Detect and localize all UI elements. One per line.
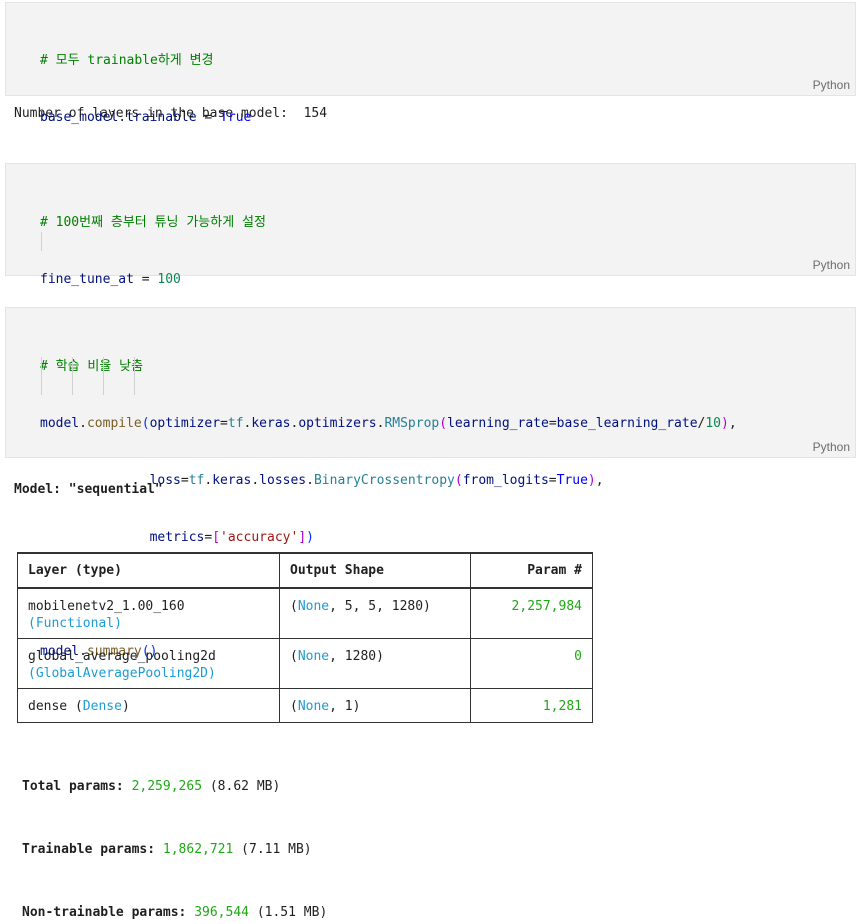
layer-name: global_average_pooling2d — [28, 648, 216, 664]
code-comment: # 학습 비율 낮춤 — [40, 359, 144, 374]
model-summary-table: Layer (type) Output Shape Param # mobile… — [17, 552, 593, 723]
shape-cell: (None, 1280) — [279, 637, 471, 689]
indent-guide — [72, 357, 73, 395]
table-row: global_average_pooling2d (GlobalAveragePo… — [17, 637, 593, 689]
total-params: Total params: 2,259,265 (8.62 MB) — [22, 779, 281, 794]
trainable-params: Trainable params: 1,862,721 (7.11 MB) — [22, 842, 312, 857]
code-line: metrics=['accuracy']) — [149, 530, 314, 545]
indent-guide — [134, 357, 135, 395]
code-cell-2[interactable]: # 100번째 층부터 튜닝 가능하게 설정 fine_tune_at = 10… — [5, 163, 856, 401]
code-line: model.compile(optimizer=tf.keras.optimiz… — [40, 416, 737, 431]
column-header: Output Shape — [279, 552, 471, 589]
shape-none: None — [297, 599, 330, 614]
layer-type: (GlobalAveragePooling2D) — [28, 665, 216, 681]
shape-cell: (None, 5, 5, 1280) — [279, 587, 471, 639]
code-comment: # 100번째 층부터 튜닝 가능하게 설정 — [40, 215, 266, 230]
cell-language-label[interactable]: Python — [813, 440, 850, 454]
layer-name: mobilenetv2_1.00_160 — [28, 599, 185, 614]
layer-type: Dense — [82, 698, 122, 714]
indent-guide — [103, 357, 104, 395]
shape-dims: , 1) — [329, 698, 361, 714]
shape-cell: (None, 1) — [279, 687, 471, 723]
indent-guide — [41, 232, 42, 251]
indent-guide — [41, 357, 42, 395]
column-header: Layer (type) — [17, 552, 280, 589]
code-cell-1[interactable]: # 모두 trainable하게 변경 base_model.trainable… — [5, 2, 856, 182]
table-header-row: Layer (type) Output Shape Param # — [17, 552, 593, 589]
column-header: Param # — [470, 552, 593, 589]
table-row: mobilenetv2_1.00_160 (Functional) (None, … — [17, 587, 593, 639]
layer-cell: mobilenetv2_1.00_160 (Functional) — [17, 587, 280, 639]
shape-none: None — [297, 648, 330, 664]
code-line: fine_tune_at = 100 — [40, 272, 181, 287]
shape-none: None — [297, 698, 330, 714]
param-cell: 2,257,984 — [470, 587, 593, 639]
model-title: Model: "sequential" — [14, 482, 163, 497]
param-cell: 0 — [470, 637, 593, 689]
table-row: dense (Dense) (None, 1) 1,281 — [17, 687, 593, 723]
param-cell: 1,281 — [470, 687, 593, 723]
cell-language-label[interactable]: Python — [813, 258, 850, 272]
layer-cell: global_average_pooling2d (GlobalAveragePo… — [17, 637, 280, 689]
cell-language-label[interactable]: Python — [813, 78, 850, 92]
non-trainable-params: Non-trainable params: 396,544 (1.51 MB) — [22, 905, 328, 920]
shape-dims: , 5, 5, 1280) — [329, 599, 431, 614]
code-comment: # 모두 trainable하게 변경 — [40, 53, 214, 68]
code-cell-3[interactable]: # 학습 비율 낮춤 model.compile(optimizer=tf.ke… — [5, 307, 856, 659]
cell-output: Number of layers in the base model: 154 — [14, 106, 328, 121]
shape-dims: , 1280) — [329, 648, 384, 664]
layer-cell: dense (Dense) — [17, 687, 280, 723]
layer-name: dense — [28, 698, 68, 714]
layer-type: (Functional) — [28, 616, 122, 631]
